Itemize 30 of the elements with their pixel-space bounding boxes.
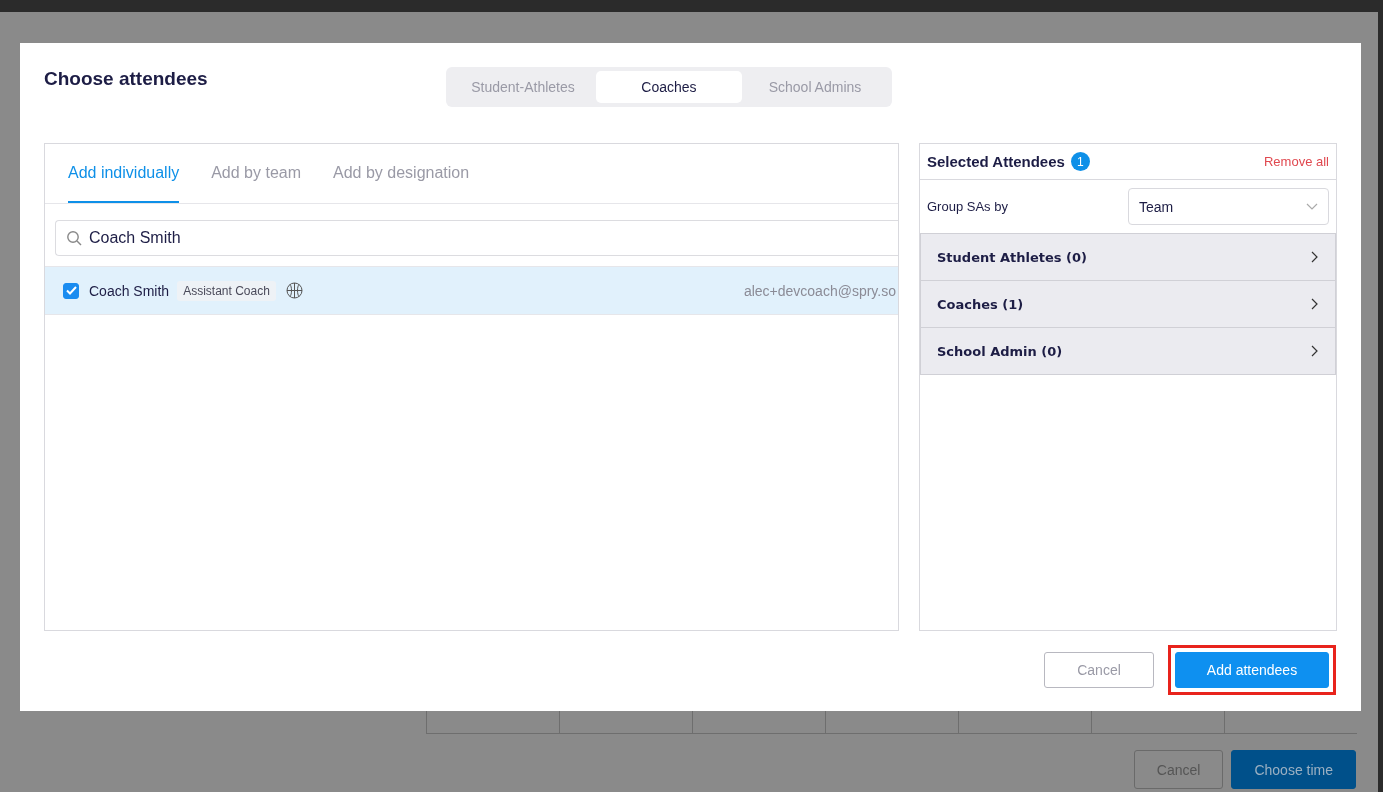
group-label: Group SAs by <box>927 199 1008 214</box>
group-accordion[interactable]: Student Athletes (0) <box>920 234 1336 281</box>
count-badge: 1 <box>1070 152 1090 171</box>
tab[interactable]: Add individually <box>68 144 180 203</box>
checkbox[interactable] <box>63 282 79 299</box>
role-tag: Assistant Coach <box>177 280 276 301</box>
search-icon <box>66 230 82 246</box>
chevron-right-icon <box>1311 298 1319 310</box>
panel-title: Selected Attendees <box>927 153 1065 170</box>
dialog-title: Choose attendees <box>44 68 209 90</box>
group-accordion[interactable]: School Admin (0) <box>920 328 1336 375</box>
remove-all-link[interactable]: Remove all <box>1263 154 1329 169</box>
basketball-icon <box>285 282 303 299</box>
segment-tab[interactable]: Coaches <box>596 71 742 103</box>
add-attendees-button[interactable]: Add attendees <box>1175 652 1329 688</box>
chevron-right-icon <box>1311 251 1319 263</box>
group-accordion[interactable]: Coaches (1) <box>920 281 1336 328</box>
segment-tab[interactable]: Student-Athletes <box>450 71 596 103</box>
tab[interactable]: Add by team <box>211 144 301 203</box>
cancel-button[interactable]: Cancel <box>1044 652 1154 688</box>
tab[interactable]: Add by designation <box>333 144 470 203</box>
attendee-name: Coach Smith <box>89 282 170 299</box>
chevron-right-icon <box>1311 345 1319 357</box>
group-select[interactable]: Team <box>1128 188 1329 225</box>
attendee-row[interactable]: Coach Smith Assistant Coach alec+devcoach@spry.so <box>45 266 898 315</box>
attendee-email: alec+devcoach@spry.so <box>743 282 896 299</box>
chevron-down-icon <box>1306 202 1318 211</box>
choose-time-button[interactable]: Choose time <box>1231 750 1356 789</box>
segment-tab[interactable]: School Admins <box>742 71 888 103</box>
search-field[interactable]: Coach Smith <box>55 220 898 256</box>
